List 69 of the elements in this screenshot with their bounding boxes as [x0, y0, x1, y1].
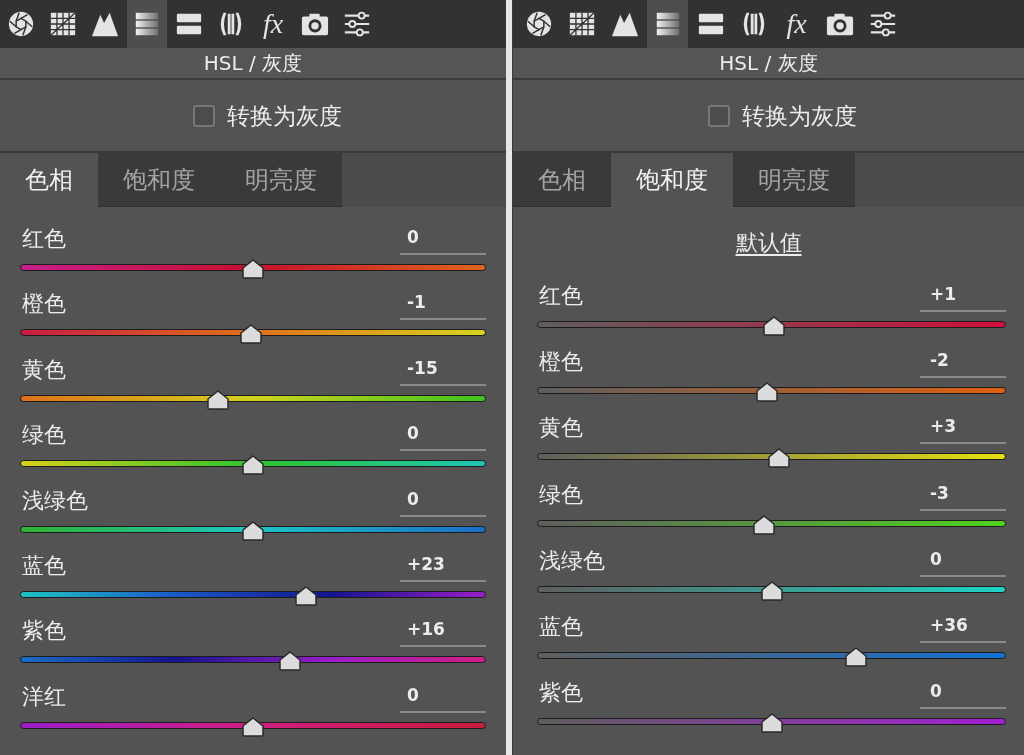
panel-tab[interactable]: 明亮度 [220, 153, 342, 207]
slider-thumb[interactable] [753, 514, 776, 535]
slider-thumb[interactable] [239, 324, 262, 345]
slider-label: 红色 [538, 282, 583, 310]
slider-thumb[interactable] [760, 580, 783, 601]
value-field[interactable]: +23 [400, 549, 486, 582]
tool-button[interactable] [647, 0, 688, 48]
value-field[interactable]: +36 [920, 610, 1006, 643]
slider-label: 红色 [21, 225, 66, 253]
value-field[interactable]: 0 [920, 544, 1006, 577]
slider-label: 浅绿色 [538, 546, 605, 575]
slider-thumb[interactable] [279, 651, 302, 672]
grid-curve-icon [49, 10, 77, 38]
value-field[interactable]: +1 [920, 280, 1006, 312]
value-field[interactable]: 0 [400, 680, 486, 713]
sliders-icon [868, 10, 897, 38]
value-field[interactable]: -2 [920, 346, 1006, 379]
slider-label: 绿色 [21, 421, 66, 450]
slider-label: 黄色 [538, 414, 583, 443]
aperture-icon [524, 10, 553, 38]
gradient-bars-icon [133, 10, 161, 38]
value-field[interactable]: +16 [400, 615, 486, 648]
slider-label: 绿色 [538, 480, 583, 509]
value-field[interactable]: 0 [400, 419, 486, 452]
slider-thumb[interactable] [242, 520, 264, 541]
value-field[interactable]: 0 [400, 223, 486, 255]
defaults-link[interactable]: 默认值 [735, 228, 802, 257]
panel-tab[interactable]: 饱和度 [611, 153, 733, 207]
slider-thumb[interactable] [762, 316, 785, 336]
panel-tab[interactable]: 饱和度 [98, 153, 220, 207]
slider-label: 蓝色 [538, 612, 583, 641]
slider-label: 黄色 [21, 355, 66, 384]
mountains-icon [610, 10, 639, 38]
slider-label: 紫色 [538, 679, 583, 708]
value-field[interactable]: -3 [920, 478, 1006, 511]
mountains-icon [91, 10, 119, 38]
slider-thumb[interactable] [242, 716, 264, 737]
grid-curve-icon [567, 10, 596, 38]
slider-thumb[interactable] [295, 585, 318, 606]
slider-thumb[interactable] [242, 259, 264, 279]
value-field[interactable]: -15 [400, 353, 486, 386]
panel-tab[interactable]: 色相 [0, 153, 98, 207]
value-field[interactable]: 0 [920, 677, 1006, 710]
slider-label: 橙色 [538, 348, 583, 377]
slider-label: 蓝色 [21, 551, 66, 580]
aperture-icon [7, 10, 35, 38]
sliders-icon [343, 10, 371, 38]
grayscale-checkbox[interactable] [192, 104, 215, 127]
slider-thumb[interactable] [767, 448, 790, 469]
slider-thumb[interactable] [207, 389, 230, 410]
value-field[interactable]: -1 [400, 288, 486, 321]
panel-title: HSL / 灰度 [719, 50, 818, 76]
value-field[interactable]: +3 [920, 412, 1006, 445]
panel-tab[interactable]: 明亮度 [733, 153, 855, 207]
slider-thumb[interactable] [242, 455, 264, 476]
value-field[interactable]: 0 [400, 484, 486, 517]
slider-thumb[interactable] [844, 646, 867, 667]
slider-label: 橙色 [21, 290, 66, 319]
grayscale-checkbox[interactable] [708, 104, 730, 127]
slider-label: 紫色 [21, 617, 66, 646]
slider-thumb[interactable] [755, 382, 778, 403]
checkbox-label: 转换为灰度 [226, 101, 342, 131]
tool-button[interactable] [127, 0, 167, 48]
slider-thumb[interactable] [760, 713, 783, 734]
checkbox-label: 转换为灰度 [742, 101, 857, 131]
panel-tab[interactable]: 色相 [513, 153, 611, 207]
slider-label: 洋红 [21, 682, 66, 711]
slider-label: 浅绿色 [21, 486, 88, 515]
panel-title: HSL / 灰度 [203, 50, 303, 76]
